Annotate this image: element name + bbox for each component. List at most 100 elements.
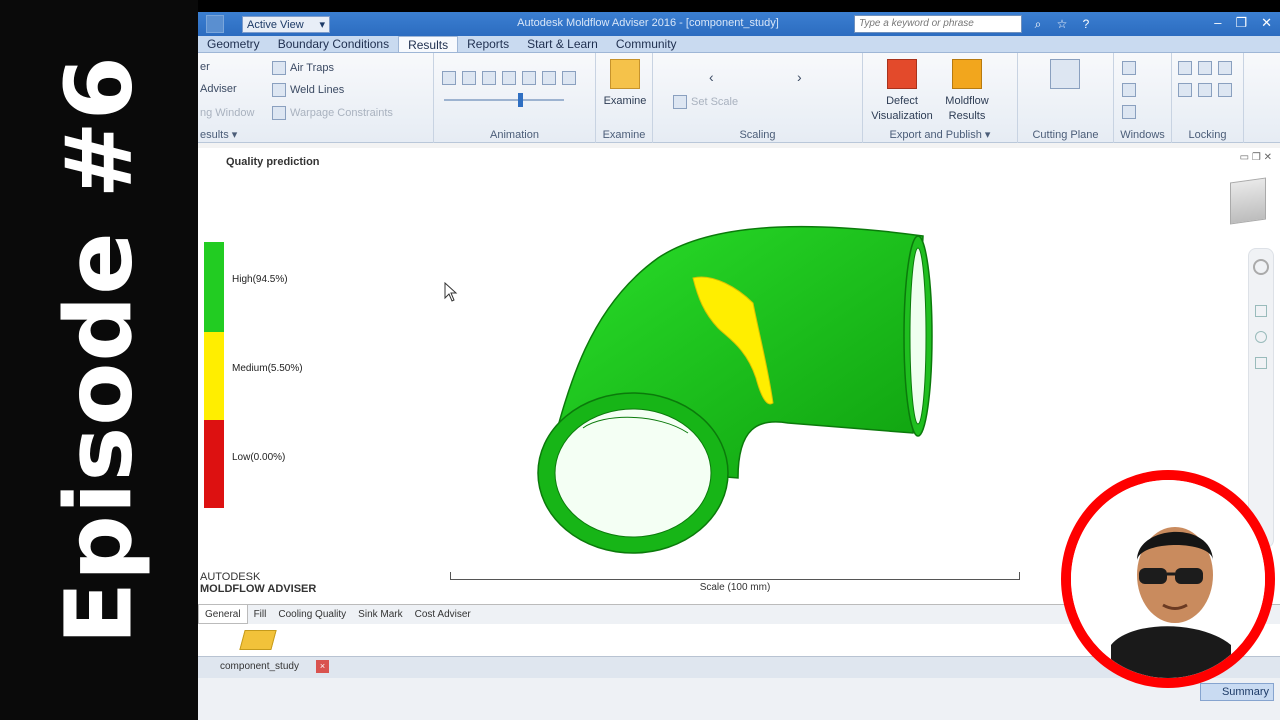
examine-button[interactable]: Examine bbox=[602, 59, 648, 109]
legend-low-label: Low(0.00%) bbox=[232, 452, 286, 463]
animation-slider-track[interactable] bbox=[444, 99, 564, 101]
export-publish-group: Defect Visualization Moldflow Results Ex… bbox=[863, 53, 1018, 143]
scale-left-arrow[interactable]: ‹ bbox=[709, 69, 714, 85]
lock-camera-icon[interactable] bbox=[1198, 83, 1212, 97]
first-frame-icon[interactable] bbox=[442, 71, 456, 85]
autodesk-brand: AUTODESK MOLDFLOW ADVISER bbox=[200, 571, 317, 595]
lock-animation-icon[interactable] bbox=[1218, 61, 1232, 75]
tab-sink-mark[interactable]: Sink Mark bbox=[352, 605, 408, 624]
cutting-plane-group: Cutting Plane bbox=[1018, 53, 1114, 143]
episode-banner: Episode #6 bbox=[0, 0, 198, 720]
legend-high-swatch bbox=[204, 242, 224, 332]
binoculars-icon[interactable]: ⌕ bbox=[1030, 16, 1046, 32]
locking-group-label: Locking bbox=[1188, 129, 1227, 141]
animation-slider-thumb[interactable] bbox=[518, 93, 523, 107]
quick-access-icon[interactable] bbox=[206, 15, 224, 33]
window-cascade-icon[interactable] bbox=[1122, 105, 1136, 119]
help-icon[interactable]: ? bbox=[1078, 16, 1094, 32]
navigation-bar[interactable] bbox=[1248, 248, 1274, 548]
tab-cost-adviser[interactable]: Cost Adviser bbox=[409, 605, 477, 624]
examine-group: Examine Examine bbox=[596, 53, 653, 143]
set-scale-icon bbox=[673, 95, 687, 109]
next-frame-icon[interactable] bbox=[542, 71, 556, 85]
view-cube-icon[interactable] bbox=[1230, 177, 1266, 225]
part-thumbnail-icon[interactable] bbox=[239, 630, 277, 650]
set-scale-button[interactable]: Set Scale bbox=[673, 95, 738, 109]
tab-results[interactable]: Results bbox=[398, 36, 459, 52]
previous-frame-icon[interactable] bbox=[462, 71, 476, 85]
weld-lines-button[interactable]: Weld Lines bbox=[272, 83, 344, 97]
cutting-plane-icon bbox=[1050, 59, 1080, 89]
stop-icon[interactable] bbox=[522, 71, 536, 85]
study-tab[interactable]: component_study bbox=[220, 661, 299, 672]
legend-low-swatch bbox=[204, 420, 224, 508]
results-group-label: esults ▾ bbox=[200, 129, 238, 141]
lock-plot-icon[interactable] bbox=[1178, 83, 1192, 97]
tab-geometry[interactable]: Geometry bbox=[198, 36, 269, 52]
animation-group-label: Animation bbox=[490, 129, 539, 141]
chevron-down-icon: ▾ bbox=[319, 19, 325, 31]
results-group: er Adviser ng Window Air Traps Weld Line… bbox=[198, 53, 434, 143]
presenter-webcam-overlay bbox=[1061, 470, 1275, 688]
tab-fill[interactable]: Fill bbox=[248, 605, 273, 624]
legend-medium-swatch bbox=[204, 332, 224, 420]
steering-wheel-icon[interactable] bbox=[1253, 259, 1269, 275]
scaling-group: ‹ › Set Scale Scaling bbox=[653, 53, 863, 143]
search-input[interactable]: Type a keyword or phrase bbox=[854, 15, 1022, 33]
defect-visualization-icon bbox=[887, 59, 917, 89]
cutting-plane-label: Cutting Plane bbox=[1032, 129, 1099, 141]
tab-start-learn[interactable]: Start & Learn bbox=[518, 36, 607, 52]
tab-boundary-conditions[interactable]: Boundary Conditions bbox=[269, 36, 398, 52]
moldflow-results-button[interactable]: Moldflow Results bbox=[939, 59, 995, 124]
warpage-icon bbox=[272, 106, 286, 120]
tab-cooling-quality[interactable]: Cooling Quality bbox=[272, 605, 352, 624]
scale-bar bbox=[450, 572, 1020, 580]
windows-group: Windows bbox=[1114, 53, 1172, 143]
examine-icon bbox=[610, 59, 640, 89]
tab-reports[interactable]: Reports bbox=[458, 36, 518, 52]
examine-group-label: Examine bbox=[602, 129, 646, 141]
air-traps-button[interactable]: Air Traps bbox=[272, 61, 334, 75]
window-split-icon[interactable] bbox=[1122, 83, 1136, 97]
viewport-title: Quality prediction bbox=[226, 156, 320, 168]
scale-label: Scale (100 mm) bbox=[699, 582, 771, 593]
warpage-constraints-button[interactable]: Warpage Constraints bbox=[272, 106, 393, 120]
window-layout-icon[interactable] bbox=[1122, 61, 1136, 75]
zoom-icon[interactable] bbox=[1255, 331, 1267, 343]
results-item-2[interactable]: Adviser bbox=[200, 83, 237, 95]
maximize-icon[interactable]: ❐ bbox=[1235, 15, 1247, 31]
mouse-cursor-icon bbox=[444, 282, 458, 302]
tab-community[interactable]: Community bbox=[607, 36, 686, 52]
export-group-label: Export and Publish ▾ bbox=[889, 129, 991, 141]
minimize-icon[interactable]: – bbox=[1214, 15, 1221, 31]
locking-group: Locking bbox=[1172, 53, 1244, 143]
cutting-plane-button[interactable] bbox=[1050, 59, 1080, 94]
pause-icon[interactable] bbox=[502, 71, 516, 85]
orbit-icon[interactable] bbox=[1255, 357, 1267, 369]
presenter-avatar bbox=[1071, 480, 1265, 678]
summary-button[interactable]: Summary bbox=[1200, 683, 1274, 701]
viewport-window-controls[interactable]: ▭ ❐ ✕ bbox=[1240, 152, 1272, 163]
lock-scale-icon[interactable] bbox=[1198, 61, 1212, 75]
active-view-select[interactable]: Active View ▾ bbox=[242, 16, 330, 33]
lock-results-icon[interactable] bbox=[1218, 83, 1232, 97]
star-icon[interactable]: ☆ bbox=[1054, 16, 1070, 32]
results-item-3[interactable]: ng Window bbox=[200, 107, 254, 119]
close-study-icon[interactable]: × bbox=[316, 660, 329, 673]
lock-view-icon[interactable] bbox=[1178, 61, 1192, 75]
moldflow-results-icon bbox=[952, 59, 982, 89]
results-item-1[interactable]: er bbox=[200, 61, 210, 73]
tab-general[interactable]: General bbox=[198, 605, 248, 624]
scale-right-arrow[interactable]: › bbox=[797, 69, 802, 85]
title-bar: Active View ▾ Autodesk Moldflow Adviser … bbox=[198, 12, 1280, 36]
last-frame-icon[interactable] bbox=[562, 71, 576, 85]
episode-title: Episode #6 bbox=[45, 55, 153, 645]
close-icon[interactable]: ✕ bbox=[1261, 15, 1272, 31]
window-title: Autodesk Moldflow Adviser 2016 - [compon… bbox=[517, 17, 779, 29]
elbow-pipe-model[interactable] bbox=[528, 218, 948, 568]
scaling-group-label: Scaling bbox=[739, 129, 776, 141]
defect-visualization-button[interactable]: Defect Visualization bbox=[867, 59, 937, 124]
status-bar: Summary bbox=[198, 678, 1280, 720]
play-icon[interactable] bbox=[482, 71, 496, 85]
pan-icon[interactable] bbox=[1255, 305, 1267, 317]
